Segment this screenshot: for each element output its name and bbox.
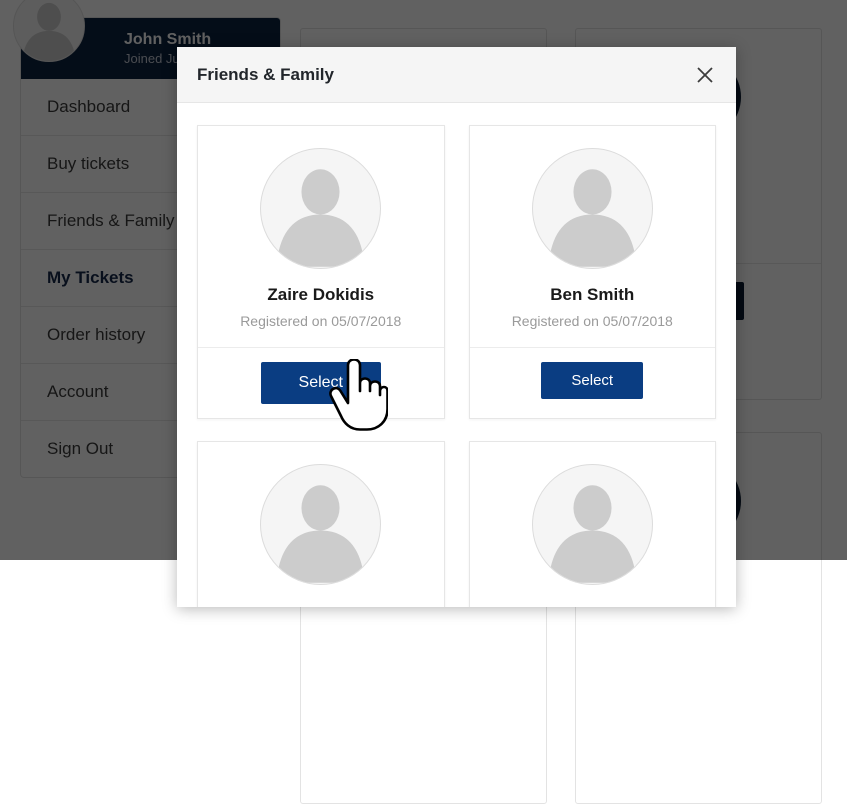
close-icon[interactable] — [692, 62, 718, 88]
person-registered-date: Registered on 05/07/2018 — [480, 313, 706, 329]
avatar — [260, 464, 381, 585]
person-card-body — [198, 442, 444, 607]
select-button[interactable]: Select — [541, 362, 643, 399]
person-card-footer: Select — [470, 347, 716, 413]
modal-body: Zaire Dokidis Registered on 05/07/2018 S… — [177, 103, 736, 607]
person-card[interactable]: Select — [197, 441, 445, 607]
person-card-footer: Select — [198, 347, 444, 418]
person-name: Zaire Dokidis — [208, 285, 434, 305]
person-card[interactable]: Ben Smith Registered on 05/07/2018 Selec… — [469, 125, 717, 419]
person-registered-date: Registered on 05/07/2018 — [208, 313, 434, 329]
person-card[interactable]: Zaire Dokidis Registered on 05/07/2018 S… — [197, 125, 445, 419]
user-avatar-icon — [533, 149, 652, 268]
user-avatar-icon — [261, 149, 380, 268]
avatar — [532, 464, 653, 585]
user-avatar-icon — [261, 465, 380, 584]
avatar — [260, 148, 381, 269]
people-grid: Zaire Dokidis Registered on 05/07/2018 S… — [197, 125, 716, 607]
user-avatar-icon — [533, 465, 652, 584]
close-icon-glyph — [695, 65, 715, 85]
modal-title: Friends & Family — [197, 65, 692, 85]
person-name: Ben Smith — [480, 285, 706, 305]
person-card-body: Ben Smith Registered on 05/07/2018 — [470, 126, 716, 347]
person-card-body: Zaire Dokidis Registered on 05/07/2018 — [198, 126, 444, 347]
select-button[interactable]: Select — [261, 362, 381, 404]
person-card[interactable]: Select — [469, 441, 717, 607]
person-card-body — [470, 442, 716, 607]
modal-header: Friends & Family — [177, 47, 736, 103]
avatar — [532, 148, 653, 269]
friends-family-modal: Friends & Family Zaire Dok — [177, 47, 736, 607]
